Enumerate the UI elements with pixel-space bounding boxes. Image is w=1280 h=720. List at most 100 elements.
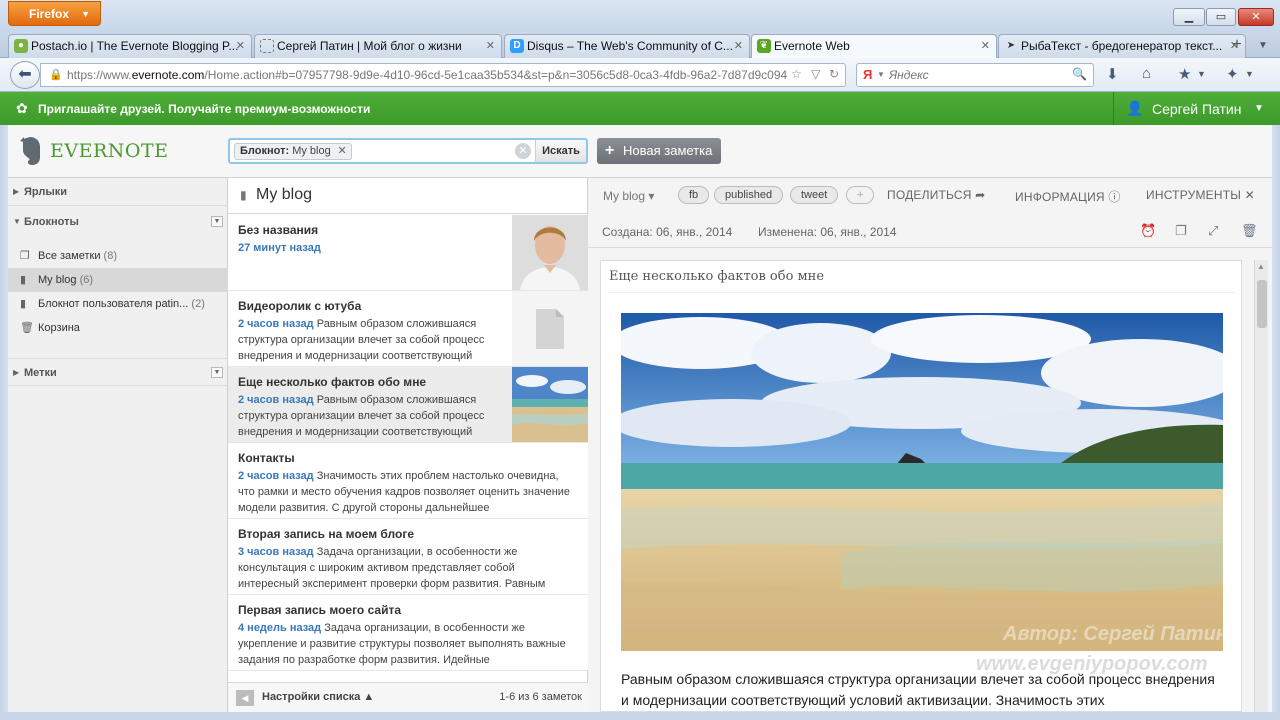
disqus-icon: D xyxy=(510,39,524,53)
minimize-button[interactable]: ▁ xyxy=(1173,8,1205,26)
collapse-list-icon[interactable]: ◀ xyxy=(236,690,254,706)
duplicate-icon[interactable]: ❐ xyxy=(1175,223,1187,239)
scroll-up-icon[interactable]: ▲ xyxy=(1257,262,1265,271)
tab-postachio[interactable]: ● Postach.io | The Evernote Blogging P..… xyxy=(8,34,252,58)
share-button[interactable]: ПОДЕЛИТЬСЯ ➦ xyxy=(887,188,985,202)
tab-disqus[interactable]: D Disqus – The Web's Community of C... ✕ xyxy=(504,34,750,58)
portrait-thumbnail xyxy=(512,215,588,290)
reminder-icon[interactable]: ⏰ xyxy=(1140,223,1156,239)
expand-triangle-icon[interactable]: ▶ xyxy=(13,359,19,387)
tag-chip[interactable]: published xyxy=(714,186,784,204)
maximize-button[interactable]: ▭ xyxy=(1206,8,1236,26)
chevron-down-icon: ▼ xyxy=(81,9,90,19)
close-icon[interactable]: ✕ xyxy=(734,35,743,57)
notebooks-menu-icon[interactable]: ▼ xyxy=(211,216,223,227)
tags-menu-icon[interactable]: ▼ xyxy=(211,367,223,378)
filter-value: My blog xyxy=(292,145,331,157)
sidebar-section-shortcuts[interactable]: ▶ Ярлыки xyxy=(8,178,228,206)
document-thumbnail xyxy=(512,291,588,366)
blank-page-icon xyxy=(260,39,274,53)
chevron-down-icon[interactable]: ▼ xyxy=(1245,69,1254,79)
trash-icon[interactable]: 🗑 xyxy=(1241,223,1258,239)
sidebar-item-user-notebook[interactable]: ▮ Блокнот пользователя patin... (2) xyxy=(8,292,228,316)
bookmarks-icon[interactable]: ★ xyxy=(1178,65,1191,83)
new-tab-button[interactable]: + xyxy=(1226,35,1248,57)
sidebar-item-all-notes[interactable]: ❐ Все заметки (8) xyxy=(8,244,228,268)
window-titlebar: Firefox ▼ ▁ ▭ ✕ xyxy=(0,0,1280,32)
user-menu[interactable]: 👤 Сергей Патин ▼ xyxy=(1113,92,1280,125)
list-item[interactable]: Вторая запись на моем блоге 3 часов наза… xyxy=(228,519,588,595)
navigation-bar: 🔒 https://www.evernote.com/Home.action#b… xyxy=(0,58,1280,92)
search-bar[interactable]: Я ▼ 🔍 xyxy=(856,63,1094,87)
beach-photo xyxy=(621,313,1223,651)
remove-filter-icon[interactable]: ✕ xyxy=(338,144,347,159)
add-tag-button[interactable]: + xyxy=(846,186,875,204)
scrollbar-thumb[interactable] xyxy=(1257,280,1267,328)
evernote-icon: ❦ xyxy=(757,39,771,53)
note-scrollbar[interactable]: ▲ xyxy=(1254,260,1268,712)
expand-triangle-icon[interactable]: ▶ xyxy=(13,178,19,206)
beach-image[interactable]: Автор: Сергей Патин xyxy=(621,313,1223,651)
clear-search-icon[interactable]: ✕ xyxy=(515,143,531,159)
fish-icon: ➤ xyxy=(1006,40,1016,51)
note-title[interactable]: Еще несколько фактов обо мне xyxy=(609,269,1235,293)
close-icon[interactable]: ✕ xyxy=(486,35,495,57)
search-input[interactable] xyxy=(889,67,1069,83)
list-item[interactable]: Видеоролик с ютуба 2 часов назад Равным … xyxy=(228,291,588,367)
search-button[interactable]: Искать xyxy=(535,140,586,162)
list-settings-button[interactable]: Настройки списка ▲ xyxy=(262,691,374,703)
beach-thumbnail xyxy=(512,367,588,442)
list-item[interactable]: Без названия 27 минут назад xyxy=(228,215,588,291)
user-icon: 👤 xyxy=(1126,100,1144,116)
yandex-icon[interactable]: Я xyxy=(863,67,872,82)
notebook-filter-chip[interactable]: Блокнот: My blog ✕ xyxy=(234,143,352,160)
tab-evernote-web[interactable]: ❦ Evernote Web ✕ xyxy=(751,34,997,59)
bookmark-star-icon[interactable]: ☆ xyxy=(791,67,802,81)
sidebar-item-trash[interactable]: 🗑 Корзина xyxy=(8,316,228,340)
close-icon[interactable]: ✕ xyxy=(981,35,990,57)
close-icon[interactable]: ✕ xyxy=(236,35,245,57)
firefox-menu-button[interactable]: Firefox ▼ xyxy=(8,1,101,26)
chevron-down-icon[interactable]: ▼ xyxy=(1197,69,1206,79)
list-item[interactable]: Контакты 2 часов назад Значимость этих п… xyxy=(228,443,588,519)
reload-icon[interactable]: ↻ xyxy=(829,67,839,81)
created-date: Создана: 06, янв., 2014 xyxy=(602,225,733,239)
url-text[interactable]: https://www.evernote.com/Home.action#b=0… xyxy=(67,68,797,84)
evernote-logo-icon[interactable] xyxy=(18,135,44,167)
modified-date: Изменена: 06, янв., 2014 xyxy=(758,225,897,239)
list-item[interactable]: Еще несколько фактов обо мне 2 часов наз… xyxy=(228,367,588,443)
back-button[interactable]: ⬅ xyxy=(10,61,40,89)
expand-icon[interactable]: ⤢ xyxy=(1208,223,1218,239)
home-icon[interactable]: ⌂ xyxy=(1142,65,1151,82)
sidebar-section-notebooks[interactable]: ▼ Блокноты ▼ xyxy=(8,208,228,236)
search-icon[interactable]: 🔍 xyxy=(1072,67,1087,81)
tab-list-icon[interactable]: ▼ xyxy=(1252,35,1274,57)
sidebar: ▶ Ярлыки ▼ Блокноты ▼ ❐ Все заметки (8) … xyxy=(8,178,228,712)
promo-link[interactable]: Приглашайте друзей. Получайте премиум-во… xyxy=(38,102,370,116)
new-note-button[interactable]: + Новая заметка xyxy=(597,138,721,164)
tab-rybatekst[interactable]: ➤ РыбаТекст - бредогенератор текст... ✕ xyxy=(998,34,1246,58)
collapse-triangle-icon[interactable]: ▼ xyxy=(13,208,21,236)
url-bar[interactable]: 🔒 https://www.evernote.com/Home.action#b… xyxy=(40,63,846,87)
sidebar-item-my-blog[interactable]: ▮ My blog (6) xyxy=(8,268,228,292)
tools-button[interactable]: ИНСТРУМЕНТЫ ✕ xyxy=(1146,188,1255,202)
history-dropdown-icon[interactable]: ▽ xyxy=(811,67,820,81)
close-window-button[interactable]: ✕ xyxy=(1238,8,1274,26)
tag-chip[interactable]: fb xyxy=(678,186,710,204)
firefox-menu-label: Firefox xyxy=(29,7,70,21)
tab-patin-blog[interactable]: Сергей Патин | Мой блог о жизни ✕ xyxy=(254,34,502,58)
note-search-box[interactable]: Блокнот: My blog ✕ ✕ Искать xyxy=(228,138,588,164)
chevron-down-icon[interactable]: ▼ xyxy=(877,70,885,79)
note-notebook-selector[interactable]: My blog ▾ xyxy=(603,189,654,203)
list-item[interactable]: Первая запись моего сайта 4 недель назад… xyxy=(228,595,588,671)
note-editor[interactable]: Еще несколько фактов обо мне Автор: Серг… xyxy=(600,260,1242,712)
trash-icon: 🗑 xyxy=(20,322,34,334)
tag-chip[interactable]: tweet xyxy=(790,186,839,204)
note-paragraph[interactable]: Равным образом сложившаяся структура орг… xyxy=(621,669,1223,711)
close-icon: ✕ xyxy=(1244,188,1255,202)
sidebar-section-tags[interactable]: ▶ Метки ▼ xyxy=(8,358,228,386)
info-button[interactable]: ИНФОРМАЦИЯ ⓘ xyxy=(1015,188,1121,205)
addon-icon[interactable]: ✦ xyxy=(1226,65,1239,83)
lock-icon[interactable]: 🔒 xyxy=(49,68,63,81)
download-icon[interactable]: ⬇ xyxy=(1106,65,1119,83)
